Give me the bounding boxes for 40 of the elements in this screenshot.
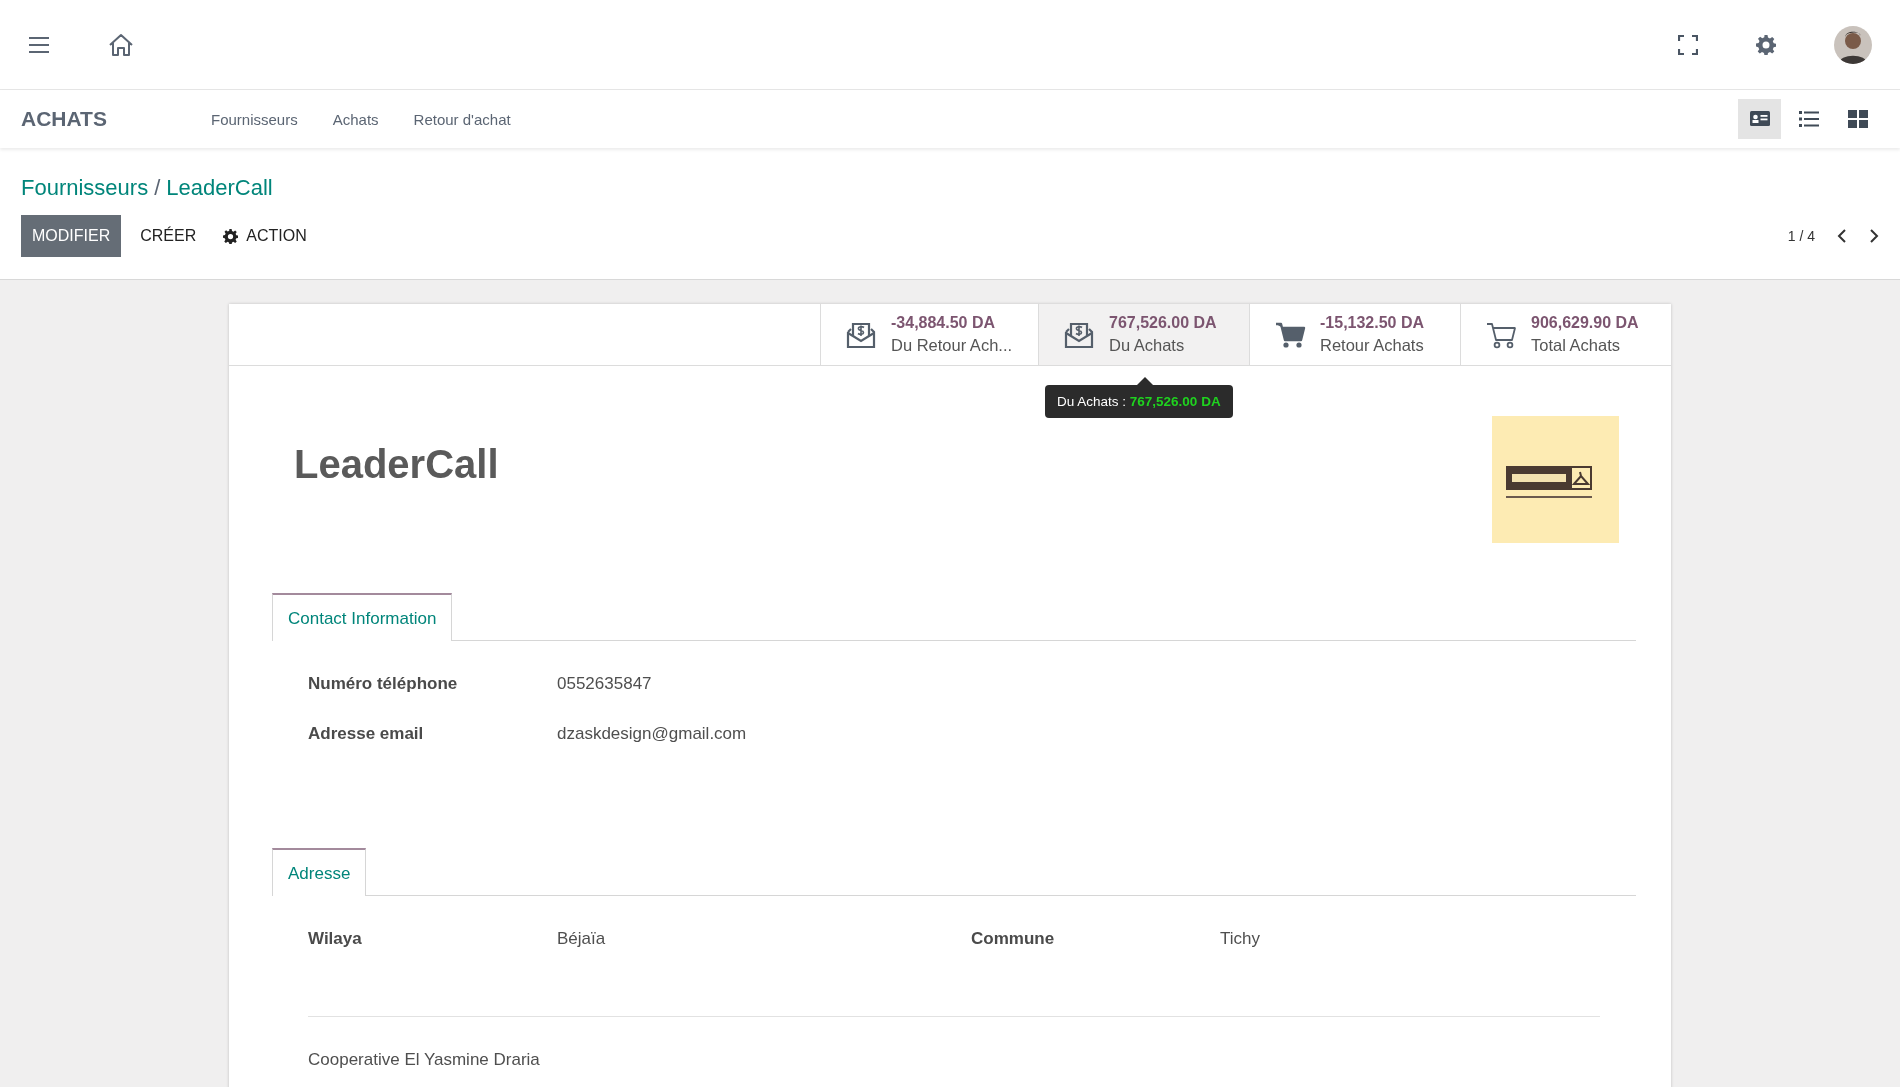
field-value: Béjaïa xyxy=(557,929,607,949)
action-button[interactable]: ACTION xyxy=(215,215,315,257)
field-label: Numéro téléphone xyxy=(308,674,459,694)
nav-link[interactable]: Achats xyxy=(332,110,379,128)
stat-button[interactable]: -34,884.50 DA Du Retour Ach... xyxy=(820,304,1038,365)
field-value: Tichy xyxy=(1220,929,1261,949)
previous-icon[interactable] xyxy=(1837,229,1847,243)
nav-link[interactable]: Retour d'achat xyxy=(413,110,511,128)
gear-icon xyxy=(223,228,239,244)
breadcrumb-link[interactable]: Fournisseurs xyxy=(21,175,149,201)
fullscreen-icon[interactable] xyxy=(1678,34,1698,55)
edit-button[interactable]: MODIFIER xyxy=(21,215,122,257)
field-value: dzaskdesign@gmail.com xyxy=(557,724,748,744)
list-icon xyxy=(1797,108,1820,130)
notebook-tab[interactable]: Contact Information xyxy=(272,593,453,641)
stat-button[interactable]: -15,132.50 DA Retour Achats xyxy=(1249,304,1460,365)
field-label: Wilaya xyxy=(308,929,363,949)
field-value: 0552635847 xyxy=(557,674,653,694)
address-note: Cooperative El Yasmine Draria xyxy=(307,1049,541,1070)
field-label: Commune xyxy=(971,929,1056,949)
breadcrumb-separator: / xyxy=(154,175,161,201)
notebook-tab[interactable]: Adresse xyxy=(272,848,367,896)
create-button[interactable]: CRÉER xyxy=(132,215,205,257)
next-icon[interactable] xyxy=(1869,229,1879,243)
app-title: ACHATS xyxy=(21,107,108,131)
nav-link[interactable]: Fournisseurs xyxy=(211,110,298,128)
stat-button[interactable]: 906,629.90 DA Total Achats xyxy=(1460,304,1671,365)
stat-button[interactable]: 767,526.00 DA Du Achats xyxy=(1038,304,1249,365)
field-label: Adresse email xyxy=(308,724,425,744)
breadcrumb-current: LeaderCall xyxy=(166,175,273,201)
settings-icon[interactable] xyxy=(1756,34,1776,55)
home-icon[interactable] xyxy=(108,32,134,57)
avatar[interactable] xyxy=(1834,25,1872,64)
menu-icon[interactable] xyxy=(28,35,50,54)
tooltip: Du Achats : 767,526.00 DA xyxy=(1045,385,1233,418)
pager-counter: 1 / 4 xyxy=(1787,228,1815,244)
record-name: LeaderCall xyxy=(294,442,499,488)
form-view-button[interactable] xyxy=(1738,99,1781,139)
grid-icon xyxy=(1846,108,1869,130)
tooltip-arrow xyxy=(1137,377,1153,385)
